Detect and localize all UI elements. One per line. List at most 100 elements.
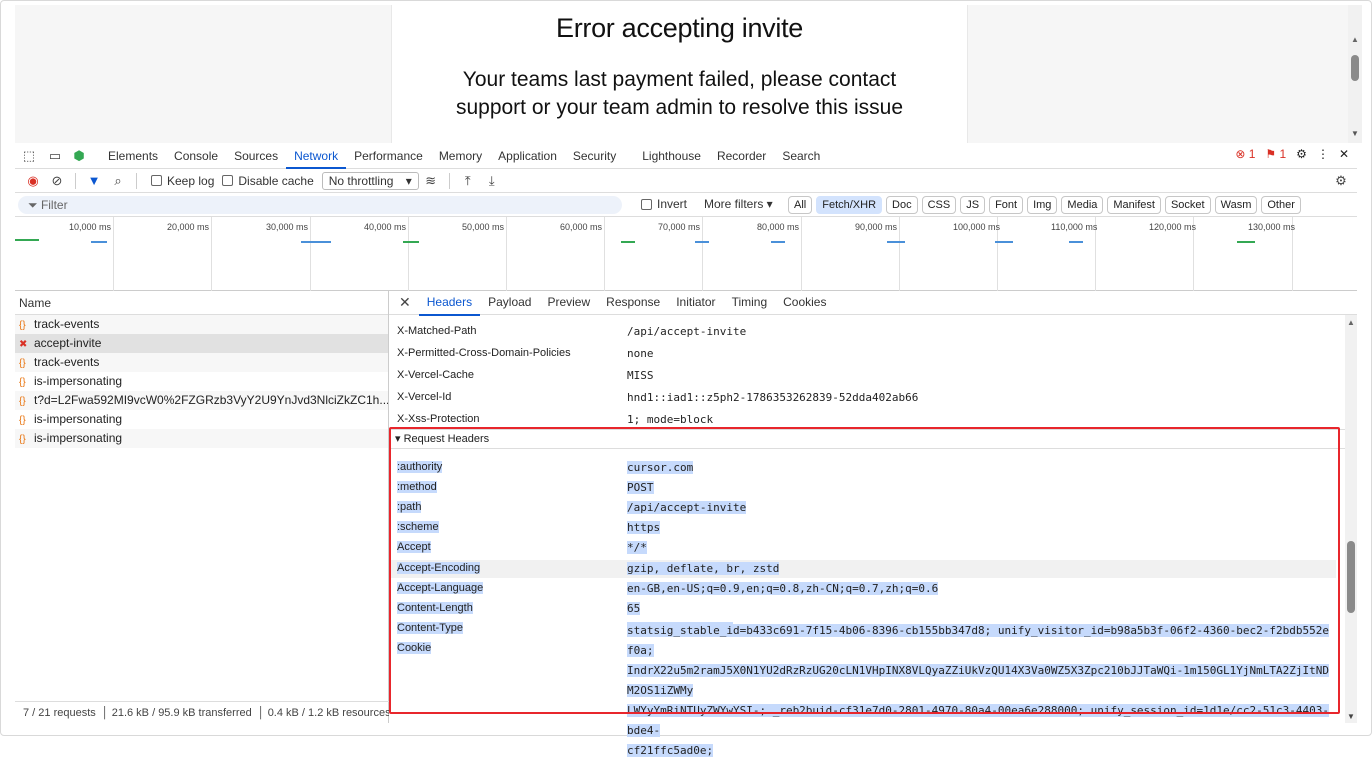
header-name: X-Xss-Protection	[397, 413, 480, 425]
detail-tab-initiator[interactable]: Initiator	[668, 290, 723, 316]
request-details: ✕ Headers Payload Preview Response Initiator…	[389, 290, 1357, 757]
preserve-log-checkbox[interactable]: Keep log	[151, 174, 214, 188]
settings-icon[interactable]: ⚙	[1296, 147, 1307, 161]
error-count-badge[interactable]: ⊗ 1	[1235, 147, 1255, 161]
more-filters-label: More filters	[704, 197, 764, 211]
export-har-icon[interactable]: ⤓	[480, 173, 504, 189]
throttling-select[interactable]: No throttling ▾	[321, 171, 419, 190]
scroll-up-icon[interactable]: ▲	[1351, 35, 1359, 44]
more-options-icon[interactable]: ⋮	[1317, 147, 1329, 161]
issue-count-badge[interactable]: ⚑ 1	[1265, 147, 1286, 161]
filter-chip-img[interactable]: Img	[1027, 196, 1058, 214]
request-row[interactable]: {} is-impersonating	[15, 410, 388, 429]
detail-tab-payload[interactable]: Payload	[480, 290, 539, 316]
throttling-value: No throttling	[328, 173, 394, 188]
timeline-bar	[15, 239, 39, 241]
scroll-up-icon[interactable]: ▲	[1347, 318, 1355, 327]
request-name: is-impersonating	[34, 412, 123, 426]
extension-icon[interactable]: ⬢	[71, 148, 87, 164]
timeline-overview[interactable]: 10,000 ms 20,000 ms 30,000 ms 40,000 ms 50,0…	[15, 217, 1357, 291]
more-filters-dropdown[interactable]: More filters ▾	[704, 197, 773, 211]
tab-lighthouse[interactable]: Lighthouse	[634, 143, 709, 169]
details-scrollbar[interactable]: ▲ ▼	[1345, 315, 1357, 723]
filter-chip-all[interactable]: All	[788, 196, 813, 214]
filter-chip-wasm[interactable]: Wasm	[1214, 196, 1258, 214]
network-conditions-icon[interactable]: ≋	[419, 173, 443, 189]
filter-icon[interactable]: ▼	[82, 173, 106, 188]
timeline-bar	[301, 241, 331, 243]
tab-network[interactable]: Network	[286, 143, 347, 169]
filter-chip-other[interactable]: Other	[1261, 196, 1301, 214]
request-row[interactable]: {} track-events	[15, 315, 388, 334]
filter-chip-doc[interactable]: Doc	[886, 196, 918, 214]
name-column-header[interactable]: Name	[15, 291, 388, 315]
timeline-gridline	[408, 217, 409, 291]
highlight-annotation	[389, 427, 1340, 714]
filter-input[interactable]: ⏷ Filter	[18, 196, 622, 214]
device-toolbar-icon[interactable]: ▭	[47, 148, 63, 164]
filter-chip-css[interactable]: CSS	[921, 196, 957, 214]
filter-chip-font[interactable]: Font	[989, 196, 1024, 214]
tab-search[interactable]: Search	[774, 143, 828, 169]
filter-chip-manifest[interactable]: Manifest	[1107, 196, 1161, 214]
request-row[interactable]: {} track-events	[15, 353, 388, 372]
detail-tab-preview[interactable]: Preview	[539, 290, 598, 316]
detail-tab-headers[interactable]: Headers	[418, 290, 481, 316]
header-value: none	[627, 347, 654, 360]
search-icon[interactable]: ⌕	[106, 173, 130, 189]
disable-cache-checkbox[interactable]: Disable cache	[222, 174, 314, 188]
page-scrollbar[interactable]: ▲ ▼	[1348, 5, 1362, 143]
close-details-icon[interactable]: ✕	[399, 294, 411, 311]
request-row[interactable]: ✖ accept-invite	[15, 334, 388, 353]
tab-sources[interactable]: Sources	[226, 143, 286, 169]
filter-chip-js[interactable]: JS	[960, 196, 986, 214]
request-row[interactable]: {} is-impersonating	[15, 429, 388, 448]
tab-elements[interactable]: Elements	[100, 143, 166, 169]
detail-tab-response[interactable]: Response	[598, 290, 668, 316]
checkbox-box[interactable]	[151, 175, 162, 186]
timeline-label: 90,000 ms	[855, 222, 898, 232]
scrollbar-thumb[interactable]	[1347, 541, 1355, 613]
tab-recorder[interactable]: Recorder	[709, 143, 774, 169]
resource-type-chips: All Fetch/XHR Doc CSS JS Font Img Media Manifest…	[788, 196, 1301, 214]
tab-console[interactable]: Console	[166, 143, 226, 169]
scrollbar-thumb[interactable]	[1351, 55, 1359, 81]
clear-icon[interactable]: ⊘	[45, 173, 69, 189]
tab-memory[interactable]: Memory	[431, 143, 490, 169]
header-name: X-Matched-Path	[397, 325, 477, 337]
fetch-icon: {}	[19, 434, 26, 445]
request-count: 7 / 21 requests	[23, 707, 96, 719]
close-icon[interactable]: ✕	[1339, 147, 1349, 161]
fetch-icon: {}	[19, 320, 26, 331]
checkbox-box[interactable]	[222, 175, 234, 186]
filter-chip-fetchxhr[interactable]: Fetch/XHR	[816, 196, 883, 214]
import-har-icon[interactable]: ⤒	[456, 173, 480, 189]
filter-chip-media[interactable]: Media	[1061, 196, 1104, 214]
inspect-element-icon[interactable]: ⬚	[21, 148, 37, 164]
tab-performance[interactable]: Performance	[346, 143, 431, 169]
network-toolbar: ◉ ⊘ ▼ ⌕ Keep log Disable cache No thrott…	[15, 169, 1357, 193]
filter-chip-socket[interactable]: Socket	[1164, 196, 1211, 214]
checkbox-box[interactable]	[641, 198, 652, 210]
network-summary: 7 / 21 requests │ 21.6 kB / 95.9 kB trans…	[15, 701, 389, 723]
request-row[interactable]: {} is-impersonating	[15, 372, 388, 391]
divider	[75, 172, 76, 189]
network-settings-icon[interactable]: ⚙	[1329, 173, 1353, 189]
scroll-down-icon[interactable]: ▼	[1351, 129, 1359, 138]
detail-tab-cookies[interactable]: Cookies	[775, 290, 834, 316]
scroll-down-icon[interactable]: ▼	[1347, 712, 1355, 721]
detail-tab-timing[interactable]: Timing	[724, 290, 776, 316]
devtools-tabs: Elements Console Sources Network Performance…	[100, 143, 828, 169]
record-icon[interactable]: ◉	[21, 173, 45, 189]
timeline-gridline	[310, 217, 311, 291]
invert-checkbox[interactable]: Invert	[641, 197, 687, 211]
request-name: t?d=L2Fwa592MI9vcW0%2FZGRzb3VyY2U9YnJvd3…	[34, 393, 388, 407]
tab-security[interactable]: Security	[565, 143, 624, 169]
timeline-bar	[1237, 241, 1255, 243]
fetch-icon: {}	[19, 415, 26, 426]
request-row[interactable]: {} t?d=L2Fwa592MI9vcW0%2FZGRzb3VyY2U9YnJv…	[15, 391, 388, 410]
timeline-label: 100,000 ms	[953, 222, 1001, 232]
timeline-bar	[995, 241, 1013, 243]
tab-application[interactable]: Application	[490, 143, 565, 169]
invert-label: Invert	[657, 197, 688, 211]
